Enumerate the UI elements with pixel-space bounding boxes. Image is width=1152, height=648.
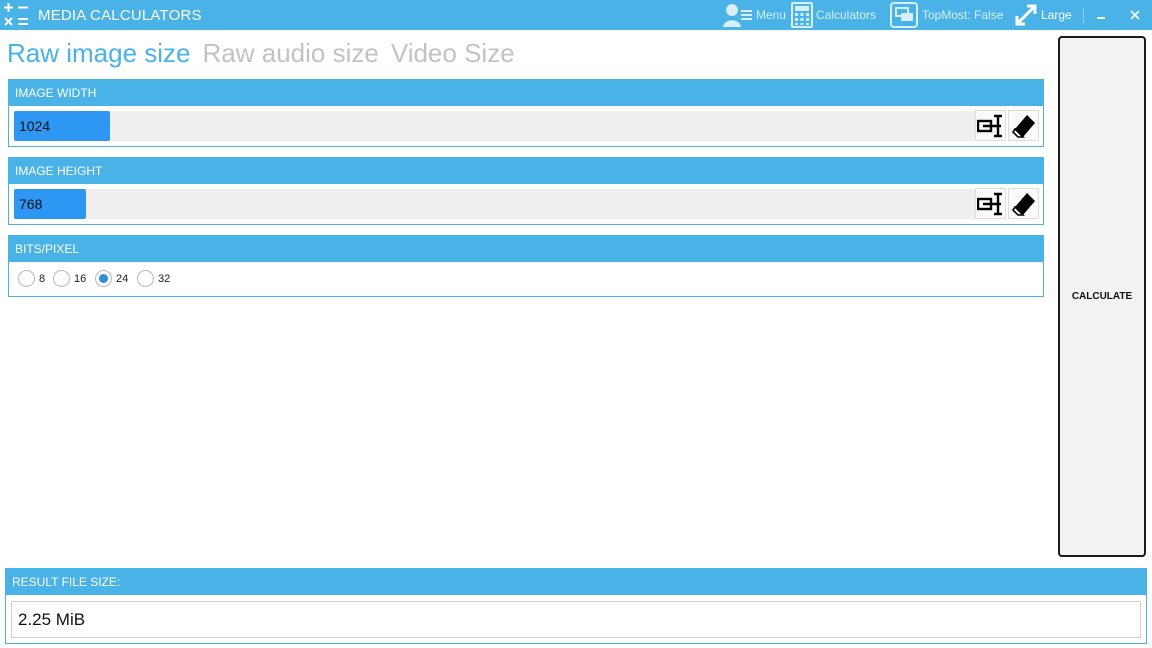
image-height-edit-button[interactable]: [975, 188, 1006, 219]
image-height-label: IMAGE HEIGHT: [9, 158, 1043, 184]
calculators-label: Calculators: [816, 8, 877, 22]
image-width-clear-button[interactable]: [1008, 110, 1039, 141]
calculator-grid-icon: [2, 1, 28, 26]
title-bar: MEDIA CALCULATORS Menu Calculators TopMo…: [0, 0, 1152, 30]
image-height-clear-button[interactable]: [1008, 188, 1039, 219]
image-height-group: IMAGE HEIGHT 768: [8, 157, 1044, 225]
radio-circle: [53, 270, 70, 287]
size-label: Large: [1041, 8, 1072, 22]
window-stack-icon: [890, 2, 918, 28]
bits-option-8[interactable]: 8: [18, 270, 45, 287]
tab-raw-image-size[interactable]: Raw image size: [7, 37, 191, 71]
bits-per-pixel-group: BITS/PIXEL 8 16 24 32: [8, 235, 1044, 297]
radio-circle-selected: [95, 270, 112, 287]
toolbar-divider: [1083, 8, 1084, 23]
result-label: RESULT FILE SIZE:: [6, 569, 1146, 595]
resize-arrow-icon: [1015, 4, 1037, 26]
bits-per-pixel-label: BITS/PIXEL: [9, 236, 1043, 262]
minimize-button[interactable]: [1087, 0, 1115, 30]
calculators-button[interactable]: Calculators: [790, 0, 876, 30]
image-width-slider[interactable]: 1024: [14, 111, 976, 141]
radio-selected-dot: [99, 274, 108, 283]
result-group: RESULT FILE SIZE: 2.25 MiB: [5, 568, 1147, 644]
bits-option-32[interactable]: 32: [137, 270, 170, 287]
menu-button[interactable]: Menu: [722, 0, 786, 30]
image-width-label: IMAGE WIDTH: [9, 80, 1043, 106]
image-width-value: 1024: [19, 118, 51, 134]
tab-raw-audio-size[interactable]: Raw audio size: [203, 37, 379, 71]
radio-circle: [137, 270, 154, 287]
radio-circle: [18, 270, 35, 287]
bits-option-24[interactable]: 24: [95, 270, 128, 287]
calculator-icon: [791, 2, 813, 28]
calculate-button[interactable]: CALCULATE: [1058, 36, 1146, 557]
image-width-edit-button[interactable]: [975, 110, 1006, 141]
image-width-group: IMAGE WIDTH 1024: [8, 79, 1044, 147]
minimize-icon: [1097, 17, 1105, 19]
size-toggle[interactable]: Large: [1013, 0, 1072, 30]
text-input-icon: [976, 114, 1002, 137]
result-value[interactable]: 2.25 MiB: [11, 601, 1141, 638]
calculator-tabs: Raw image size Raw audio size Video Size: [7, 37, 527, 71]
tab-video-size[interactable]: Video Size: [391, 37, 515, 71]
topmost-label: TopMost: False: [922, 8, 1004, 22]
text-input-icon: [976, 192, 1002, 215]
app-title: MEDIA CALCULATORS: [38, 7, 202, 24]
eraser-icon: [1011, 192, 1035, 216]
close-button[interactable]: [1121, 0, 1149, 30]
eraser-icon: [1011, 114, 1035, 138]
menu-label: Menu: [756, 8, 787, 22]
topmost-toggle[interactable]: TopMost: False: [890, 0, 1003, 30]
bits-option-16[interactable]: 16: [53, 270, 86, 287]
user-menu-icon: [723, 4, 752, 27]
image-height-value: 768: [19, 196, 43, 212]
close-icon: [1130, 10, 1140, 20]
image-height-slider[interactable]: 768: [14, 189, 976, 219]
